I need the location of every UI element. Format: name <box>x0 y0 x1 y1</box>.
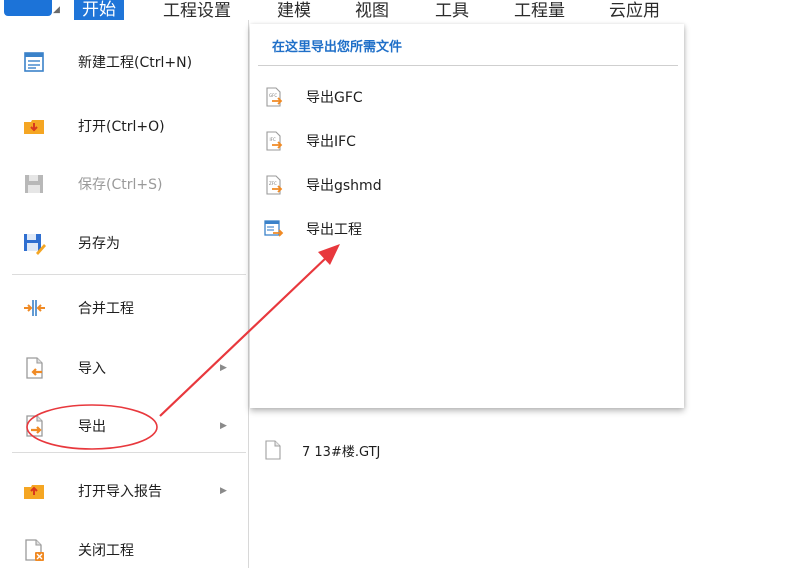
open-report-icon <box>24 485 44 499</box>
open-folder-icon <box>24 120 44 134</box>
menu-item-label: 打开(Ctrl+O) <box>78 119 165 135</box>
submenu-item-label: 导出工程 <box>306 222 362 238</box>
tab-quantities[interactable]: 工程量 <box>514 2 565 20</box>
export-gfc-icon: GFC <box>266 87 283 107</box>
menu-separator <box>12 274 246 275</box>
tab-start[interactable]: 开始 <box>74 0 124 20</box>
tab-project-settings[interactable]: 工程设置 <box>163 2 231 20</box>
menu-item-save[interactable]: 保存(Ctrl+S) <box>8 164 248 204</box>
export-ifc-icon: IFC <box>266 131 283 151</box>
menu-item-open-import-report[interactable]: 打开导入报告 ▶ <box>8 471 248 511</box>
app-menu-caret-icon[interactable]: ◢ <box>53 5 60 15</box>
submenu-arrow-icon: ▶ <box>220 421 227 431</box>
file-icon <box>265 440 281 460</box>
export-project-icon <box>264 220 284 237</box>
export-icon <box>26 415 43 437</box>
recent-file-item[interactable]: 7 13#楼.GTJ <box>264 436 564 464</box>
menu-item-export[interactable]: 导出 ▶ <box>8 406 248 446</box>
save-disk-icon <box>25 175 43 193</box>
svg-text:GFC: GFC <box>269 93 277 98</box>
submenu-item-export-gshmd[interactable]: ZFC 导出gshmd <box>250 167 684 203</box>
submenu-item-export-gfc[interactable]: GFC 导出GFC <box>250 79 684 115</box>
submenu-item-export-project[interactable]: 导出工程 <box>250 211 684 247</box>
menu-item-close-project[interactable]: 关闭工程 <box>8 530 248 570</box>
export-gshmd-icon: ZFC <box>266 175 283 195</box>
merge-icon <box>24 300 45 316</box>
tab-tools[interactable]: 工具 <box>435 2 469 20</box>
menu-item-label: 打开导入报告 <box>78 484 162 500</box>
submenu-separator <box>258 65 678 66</box>
submenu-arrow-icon: ▶ <box>220 486 227 496</box>
tab-cloud-apps[interactable]: 云应用 <box>609 2 660 20</box>
menu-item-label: 导入 <box>78 361 106 377</box>
import-icon <box>26 357 43 379</box>
tab-modeling[interactable]: 建模 <box>277 2 311 20</box>
menu-item-label: 新建工程(Ctrl+N) <box>78 55 193 71</box>
menu-item-label: 关闭工程 <box>78 543 134 559</box>
menu-item-label: 导出 <box>78 419 106 435</box>
submenu-item-label: 导出IFC <box>306 134 356 150</box>
menu-item-label: 保存(Ctrl+S) <box>78 177 163 193</box>
recent-file-label: 7 13#楼.GTJ <box>302 445 381 460</box>
svg-text:ZFC: ZFC <box>269 181 277 186</box>
menu-separator <box>12 452 246 453</box>
export-submenu-panel: 在这里导出您所需文件 GFC 导出GFC IFC 导出IFC ZFC 导出gsh… <box>250 24 684 408</box>
menu-bar: ◢ 开始 工程设置 建模 视图 工具 工程量 云应用 <box>0 0 797 20</box>
menu-item-save-as[interactable]: 另存为 <box>8 223 248 263</box>
close-project-icon <box>25 539 44 561</box>
tab-view[interactable]: 视图 <box>355 2 389 20</box>
new-project-icon <box>24 52 44 72</box>
submenu-item-label: 导出GFC <box>306 90 363 106</box>
submenu-title: 在这里导出您所需文件 <box>272 40 403 55</box>
submenu-item-export-ifc[interactable]: IFC 导出IFC <box>250 123 684 159</box>
menu-item-import[interactable]: 导入 ▶ <box>8 348 248 388</box>
submenu-arrow-icon: ▶ <box>220 363 227 373</box>
menu-item-new-project[interactable]: 新建工程(Ctrl+N) <box>8 42 248 82</box>
menu-item-label: 另存为 <box>78 236 120 252</box>
app-menu-button[interactable] <box>4 0 52 16</box>
save-as-icon <box>24 234 46 255</box>
menu-item-merge-project[interactable]: 合并工程 <box>8 288 248 328</box>
menu-item-open[interactable]: 打开(Ctrl+O) <box>8 106 248 146</box>
file-menu-panel: 新建工程(Ctrl+N) 打开(Ctrl+O) 保存(Ctrl+S) 另存为 合… <box>8 20 249 568</box>
menu-item-label: 合并工程 <box>78 301 134 317</box>
submenu-item-label: 导出gshmd <box>306 178 382 194</box>
svg-text:IFC: IFC <box>270 137 276 142</box>
